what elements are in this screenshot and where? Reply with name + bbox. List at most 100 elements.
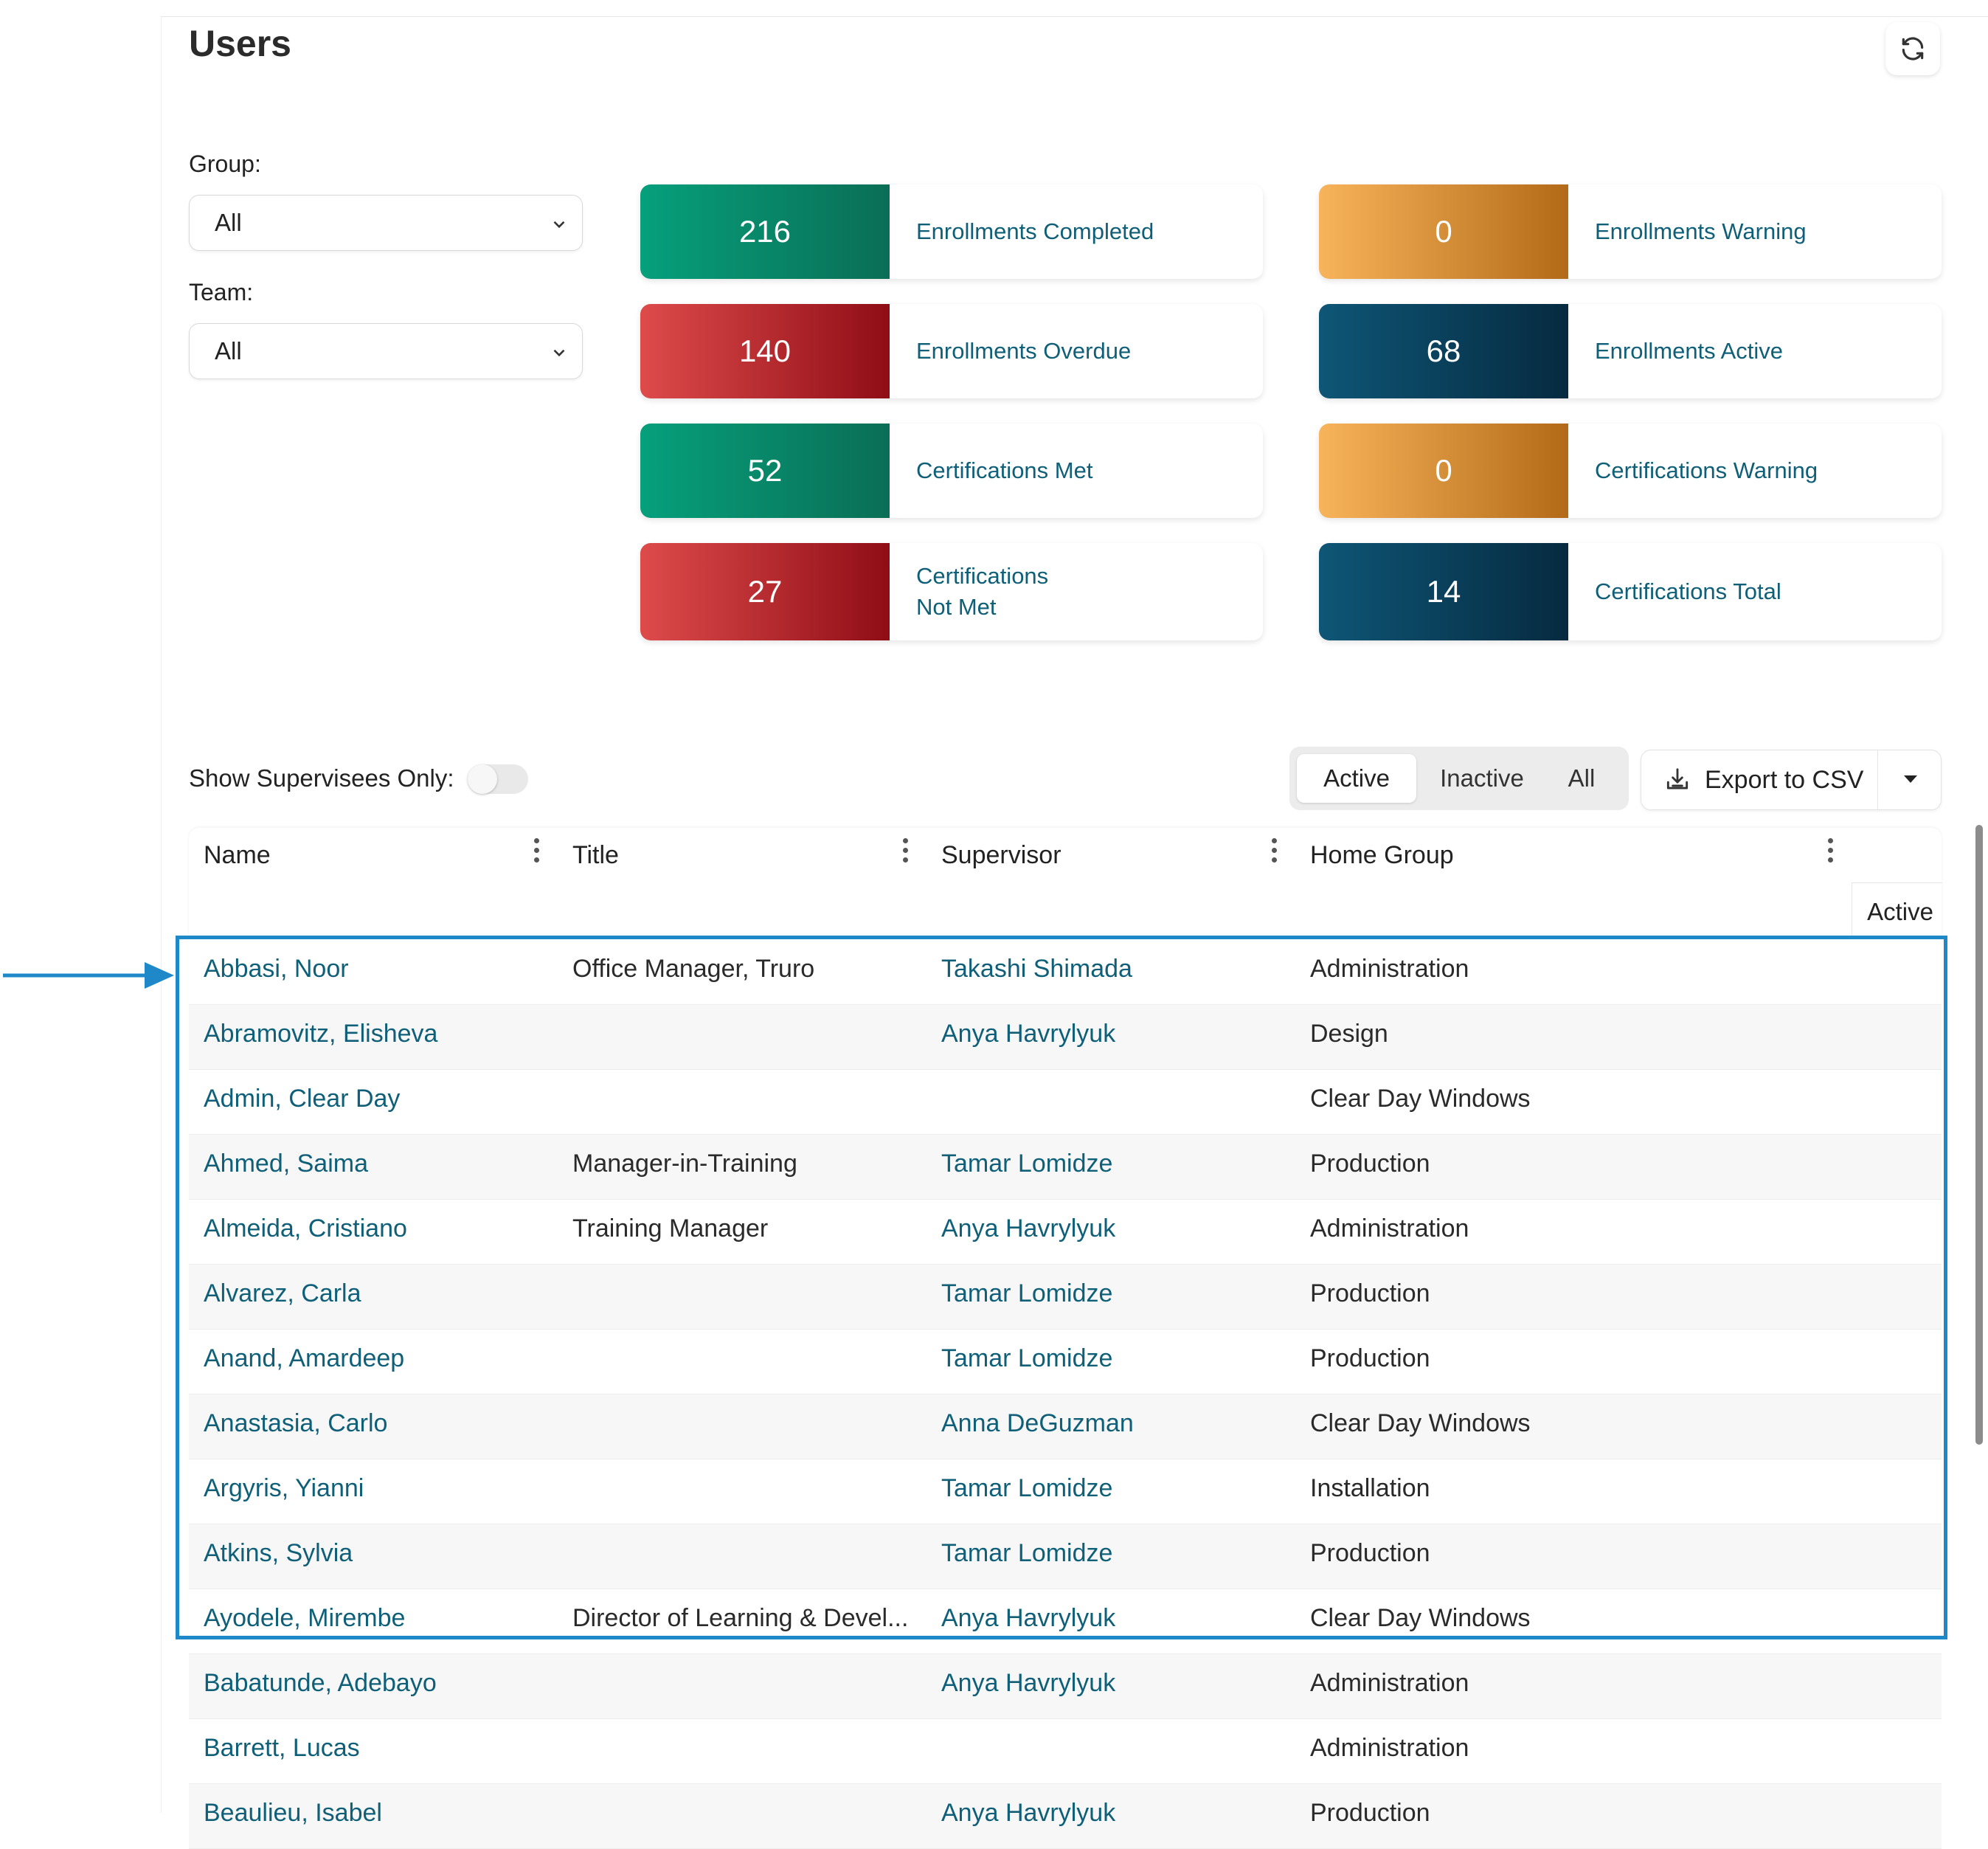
supervisor-link[interactable]: Tamar Lomidze xyxy=(941,1474,1112,1503)
supervisor-link[interactable]: Takashi Shimada xyxy=(941,955,1132,984)
stat-card-certifications-warning[interactable]: 0 Certifications Warning xyxy=(1319,424,1942,518)
column-menu-icon[interactable] xyxy=(534,838,540,867)
stat-card-enrollments-completed[interactable]: 216 Enrollments Completed xyxy=(640,184,1263,279)
stat-label: Certifications Not Met xyxy=(916,563,1049,620)
column-header-supervisor[interactable]: Supervisor xyxy=(941,841,1061,870)
segment-all[interactable]: All xyxy=(1545,754,1618,803)
supervisor-link[interactable]: Tamar Lomidze xyxy=(941,1279,1112,1308)
column-header-home-group[interactable]: Home Group xyxy=(1310,841,1454,870)
stat-value: 140 xyxy=(640,304,890,398)
user-name-link[interactable]: Ahmed, Saima xyxy=(204,1150,368,1178)
export-csv-button[interactable]: Export to CSV xyxy=(1641,750,1942,810)
home-group: Clear Day Windows xyxy=(1310,1604,1531,1632)
user-name-link[interactable]: Atkins, Sylvia xyxy=(204,1539,353,1568)
pointer-arrow-icon xyxy=(3,962,174,989)
stat-value: 27 xyxy=(640,543,890,640)
caret-down-icon[interactable] xyxy=(1904,775,1917,783)
home-group: Production xyxy=(1310,1150,1430,1178)
user-name-link[interactable]: Alvarez, Carla xyxy=(204,1279,361,1308)
refresh-icon xyxy=(1902,37,1924,61)
export-divider xyxy=(1877,750,1878,809)
supervisor-link[interactable]: Tamar Lomidze xyxy=(941,1150,1112,1178)
column-menu-icon[interactable] xyxy=(1272,838,1278,867)
column-menu-icon[interactable] xyxy=(903,838,909,867)
table-row: Barrett, Lucas Administration xyxy=(189,1719,1942,1784)
user-name-link[interactable]: Babatunde, Adebayo xyxy=(204,1669,437,1698)
stat-label: Enrollments Warning xyxy=(1595,218,1807,244)
group-select[interactable]: All xyxy=(189,195,583,251)
user-name-link[interactable]: Ayodele, Mirembe xyxy=(204,1604,405,1633)
stat-value: 52 xyxy=(640,424,890,518)
home-group: Administration xyxy=(1310,1214,1469,1243)
stat-card-certifications-met[interactable]: 52 Certifications Met xyxy=(640,424,1263,518)
stat-value: 68 xyxy=(1319,304,1568,398)
chevron-down-icon xyxy=(553,349,565,357)
supervisor-link[interactable]: Anya Havrylyuk xyxy=(941,1799,1115,1828)
home-group: Installation xyxy=(1310,1474,1430,1502)
home-group: Design xyxy=(1310,1020,1388,1048)
user-name-link[interactable]: Abramovitz, Elisheva xyxy=(204,1020,437,1048)
column-header-name[interactable]: Name xyxy=(204,841,271,870)
stat-card-enrollments-active[interactable]: 68 Enrollments Active xyxy=(1319,304,1942,398)
stat-label: Enrollments Overdue xyxy=(916,338,1132,364)
stat-card-certifications-total[interactable]: 14 Certifications Total xyxy=(1319,543,1942,640)
table-row: Admin, Clear Day Clear Day Windows xyxy=(189,1070,1942,1135)
column-header-title[interactable]: Title xyxy=(572,841,619,870)
home-group: Administration xyxy=(1310,955,1469,983)
user-title: Director of Learning & Devel... xyxy=(572,1604,909,1632)
user-name-link[interactable]: Beaulieu, Isabel xyxy=(204,1799,382,1828)
user-name-link[interactable]: Barrett, Lucas xyxy=(204,1734,360,1763)
table-row: Argyris, Yianni Tamar Lomidze Installation xyxy=(189,1459,1942,1524)
stat-label: Enrollments Completed xyxy=(916,218,1154,244)
home-group: Administration xyxy=(1310,1734,1469,1762)
supervisor-link[interactable]: Anya Havrylyuk xyxy=(941,1604,1115,1633)
supervisor-link[interactable]: Anya Havrylyuk xyxy=(941,1669,1115,1698)
column-menu-icon[interactable] xyxy=(1828,838,1834,867)
vertical-scrollbar[interactable] xyxy=(1975,161,1983,1445)
stat-card-certifications-not-met[interactable]: 27 Certifications Not Met xyxy=(640,543,1263,640)
status-segmented-control: Active Inactive All xyxy=(1289,747,1629,810)
supervisor-link[interactable]: Anya Havrylyuk xyxy=(941,1214,1115,1243)
team-select-value: All xyxy=(215,337,242,364)
stat-card-enrollments-warning[interactable]: 0 Enrollments Warning xyxy=(1319,184,1942,279)
table-row: Beaulieu, Isabel Anya Havrylyuk Production xyxy=(189,1784,1942,1849)
team-select[interactable]: All xyxy=(189,323,583,379)
scrollbar-thumb[interactable] xyxy=(1975,825,1983,1445)
home-group: Clear Day Windows xyxy=(1310,1409,1531,1437)
toggle-knob xyxy=(468,764,497,794)
home-group: Production xyxy=(1310,1344,1430,1372)
user-name-link[interactable]: Almeida, Cristiano xyxy=(204,1214,407,1243)
user-title: Office Manager, Truro xyxy=(572,955,815,983)
user-name-link[interactable]: Admin, Clear Day xyxy=(204,1085,400,1113)
stat-value: 0 xyxy=(1319,424,1568,518)
table-row: Alvarez, Carla Tamar Lomidze Production xyxy=(189,1265,1942,1330)
stat-label: Certifications Total xyxy=(1595,578,1781,604)
stat-value: 14 xyxy=(1319,543,1568,640)
column-header-active[interactable]: Active xyxy=(1852,882,1942,939)
supervisor-link[interactable]: Tamar Lomidze xyxy=(941,1539,1112,1568)
segment-active[interactable]: Active xyxy=(1297,754,1416,803)
supervisor-link[interactable]: Tamar Lomidze xyxy=(941,1344,1112,1373)
table-header: Name Title Supervisor Home Group xyxy=(189,828,1942,939)
home-group: Production xyxy=(1310,1799,1430,1827)
user-name-link[interactable]: Anand, Amardeep xyxy=(204,1344,404,1373)
show-supervisees-toggle[interactable] xyxy=(468,764,528,794)
group-select-value: All xyxy=(215,209,242,236)
stat-value: 216 xyxy=(640,184,890,279)
user-name-link[interactable]: Abbasi, Noor xyxy=(204,955,349,984)
supervisor-link[interactable]: Anna DeGuzman xyxy=(941,1409,1134,1438)
table-row: Ahmed, Saima Manager-in-Training Tamar Lom… xyxy=(189,1135,1942,1200)
supervisor-link[interactable]: Anya Havrylyuk xyxy=(941,1020,1115,1048)
refresh-button[interactable] xyxy=(1885,22,1940,75)
user-name-link[interactable]: Argyris, Yianni xyxy=(204,1474,364,1503)
stat-card-enrollments-overdue[interactable]: 140 Enrollments Overdue xyxy=(640,304,1263,398)
segment-inactive[interactable]: Inactive xyxy=(1422,754,1542,803)
stat-label: Certifications Met xyxy=(916,457,1093,483)
stat-label: Enrollments Active xyxy=(1595,338,1783,364)
stat-value: 0 xyxy=(1319,184,1568,279)
home-group: Production xyxy=(1310,1279,1430,1307)
user-name-link[interactable]: Anastasia, Carlo xyxy=(204,1409,387,1438)
home-group: Administration xyxy=(1310,1669,1469,1697)
users-table-body: Abbasi, Noor Office Manager, Truro Takashi… xyxy=(189,940,1942,1849)
home-group: Clear Day Windows xyxy=(1310,1085,1531,1113)
